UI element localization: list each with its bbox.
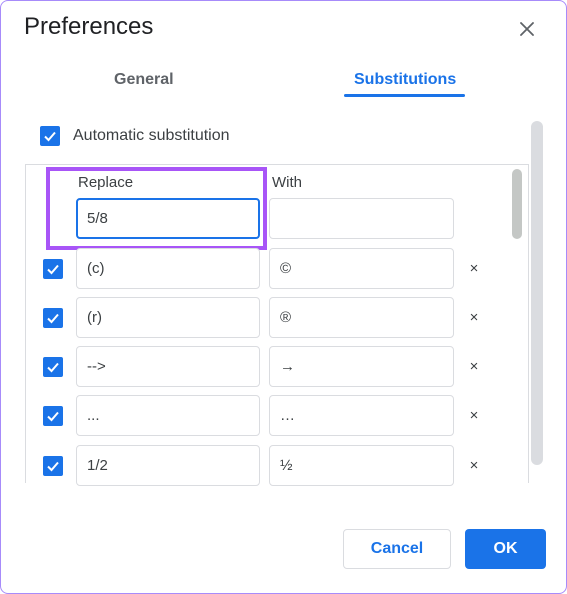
row-checkbox[interactable] [43,308,63,328]
checkmark-icon [47,264,59,275]
dialog-scrollbar[interactable] [531,121,543,465]
tab-general[interactable]: General [114,71,174,89]
checkmark-icon [47,411,59,422]
row-checkbox[interactable] [43,456,63,476]
replace-input[interactable]: 1/2 [76,445,260,486]
checkmark-icon [47,461,59,472]
delete-icon[interactable]: × [464,405,484,425]
replace-input[interactable]: --> [76,346,260,387]
new-with-input[interactable] [269,198,454,239]
with-input[interactable]: © [269,248,454,289]
replace-input[interactable]: (r) [76,297,260,338]
table-scrollbar[interactable] [512,169,522,239]
checkmark-icon [47,313,59,324]
with-input[interactable]: ½ [269,445,454,486]
checkmark-icon [44,131,56,142]
automatic-substitution-label: Automatic substitution [73,127,230,144]
replace-input[interactable]: ... [76,395,260,436]
delete-icon[interactable]: × [464,307,484,327]
close-button[interactable] [513,15,541,43]
ok-button[interactable]: OK [465,529,546,569]
preferences-dialog: Preferences General Substitutions Automa… [0,0,567,594]
cancel-button[interactable]: Cancel [343,529,451,569]
close-icon [520,22,534,36]
delete-icon[interactable]: × [464,258,484,278]
automatic-substitution-checkbox[interactable] [40,126,60,146]
delete-icon[interactable]: × [464,455,484,475]
with-column-header: With [272,174,302,191]
tab-substitutions[interactable]: Substitutions [354,71,456,89]
replace-input[interactable]: (c) [76,248,260,289]
delete-icon[interactable]: × [464,356,484,376]
active-tab-indicator [344,94,465,97]
with-input[interactable]: ® [269,297,454,338]
with-input[interactable]: … [269,395,454,436]
row-checkbox[interactable] [43,406,63,426]
row-checkbox[interactable] [43,357,63,377]
dialog-title: Preferences [24,13,154,40]
with-input[interactable]: → [269,346,454,387]
replace-field-highlight [46,167,267,250]
row-checkbox[interactable] [43,259,63,279]
checkmark-icon [47,362,59,373]
